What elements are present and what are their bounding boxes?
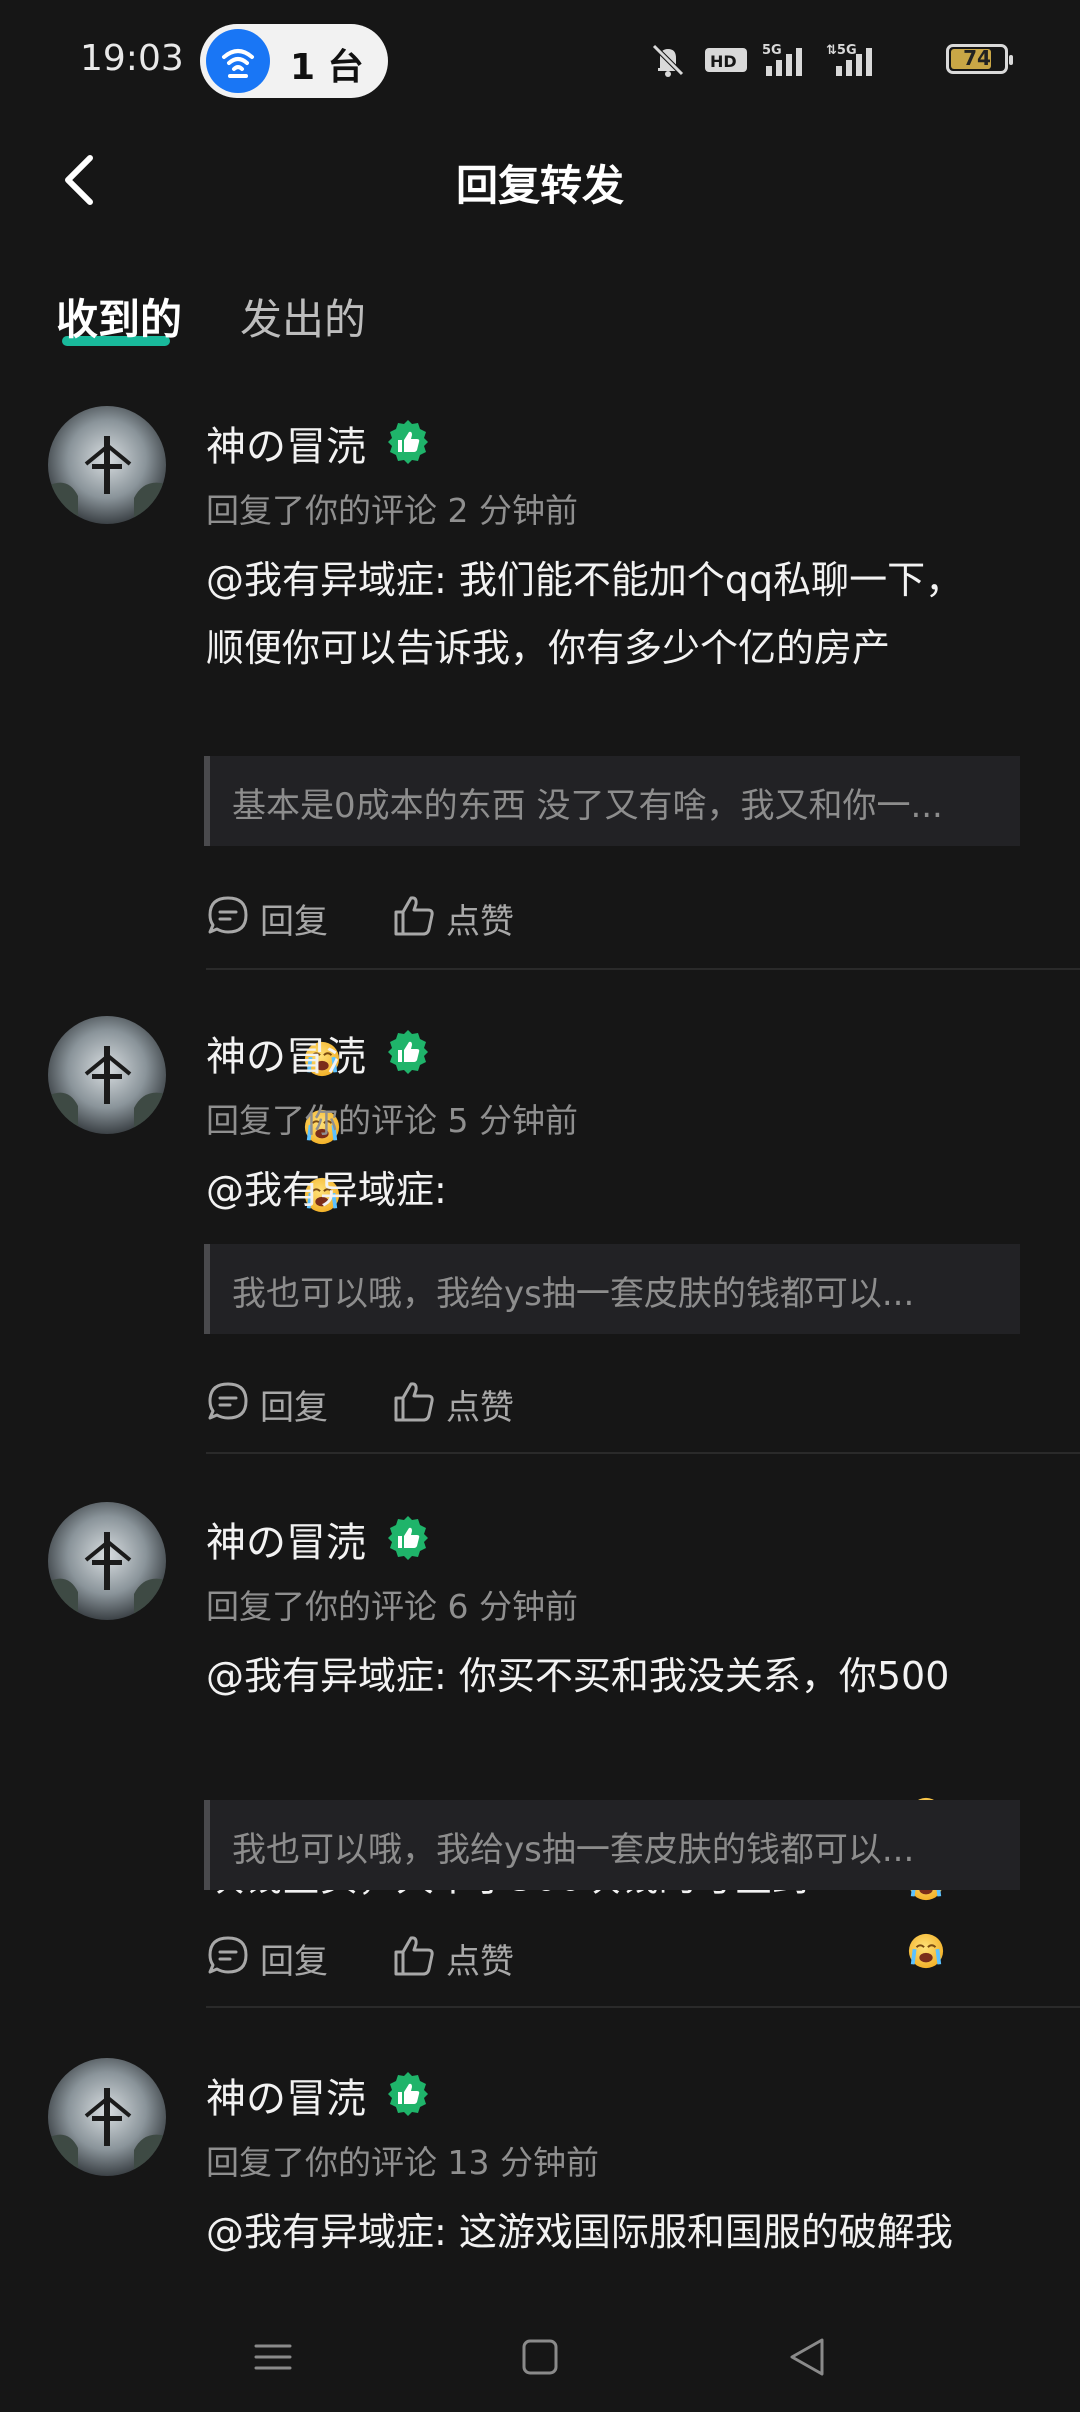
header: 回复转发: [0, 130, 1080, 230]
thumbs-up-badge-icon: [384, 1514, 432, 1562]
divider: [206, 2006, 1080, 2008]
page-title: 回复转发: [455, 161, 624, 210]
thumbs-up-badge-icon: [384, 418, 432, 466]
avatar[interactable]: [48, 406, 166, 524]
name-row: 神の冒涜: [206, 2066, 428, 2122]
user-name[interactable]: 神の冒涜: [206, 2076, 366, 2122]
avatar[interactable]: [48, 1502, 166, 1620]
reply-button[interactable]: 回复: [206, 886, 346, 946]
like-label: 点赞: [446, 902, 514, 942]
tab-received[interactable]: 收到的: [56, 286, 182, 347]
svg-text:HD: HD: [710, 52, 737, 71]
like-label: 点赞: [446, 1388, 514, 1428]
screen: 19:03 1 台 HD 5G ⇅5G 74 回复转发 收到的 发出的 神の冒涜…: [0, 0, 1080, 2412]
svg-text:5G: 5G: [762, 43, 782, 58]
user-name[interactable]: 神の冒涜: [206, 1520, 366, 1566]
signal-5g-icon: 5G: [762, 40, 814, 84]
reply-button[interactable]: 回复: [206, 1372, 346, 1432]
action-row: 回复 点赞: [206, 1372, 806, 1432]
signal-5g-icon: ⇅5G: [826, 40, 886, 84]
name-row: 神の冒涜: [206, 1510, 428, 1566]
like-button[interactable]: 点赞: [392, 1926, 532, 1986]
reply-label: 回复: [260, 1388, 328, 1428]
divider: [206, 968, 1080, 970]
reply-meta: 回复了你的评论 2 分钟前: [206, 491, 578, 530]
comment-text: @我有异域症: 我们能不能加个qq私聊一下， 顺便你可以告诉我，你有多少个亿的房…: [206, 558, 964, 670]
list-item[interactable]: 神の冒涜 回复了你的评论 2 分钟前 @我有异域症: 我们能不能加个qq私聊一下…: [0, 406, 1080, 1280]
comment-bubble-icon: [208, 1382, 248, 1420]
action-row: 回复 点赞: [206, 886, 806, 946]
crying-emoji-icon: [909, 1933, 944, 1968]
back-triangle-icon[interactable]: [772, 2322, 842, 2392]
name-row: 神の冒涜: [206, 1024, 428, 1080]
comment-bubble-icon: [208, 1936, 248, 1974]
menu-icon[interactable]: [238, 2322, 308, 2392]
reply-label: 回复: [260, 1942, 328, 1982]
quoted-comment[interactable]: 基本是0成本的东西 没了又有啥，我又和你一...: [204, 756, 1020, 846]
comment-content[interactable]: @我有异域症: 这游戏国际服和国服的破解我: [206, 2198, 1026, 2266]
reply-meta: 回复了你的评论 6 分钟前: [206, 1587, 578, 1626]
quoted-comment[interactable]: 我也可以哦，我给ys抽一套皮肤的钱都可以...: [204, 1244, 1020, 1334]
like-button[interactable]: 点赞: [392, 886, 532, 946]
thumbs-up-badge-icon: [384, 2070, 432, 2118]
battery-level: 74: [963, 46, 991, 70]
thumbs-up-badge-icon: [384, 1028, 432, 1076]
reply-meta: 回复了你的评论 13 分钟前: [206, 2143, 599, 2182]
avatar[interactable]: [48, 1016, 166, 1134]
user-name[interactable]: 神の冒涜: [206, 424, 366, 470]
action-row: 回复 点赞: [206, 1926, 806, 1986]
reply-label: 回复: [260, 902, 328, 942]
name-row: 神の冒涜: [206, 414, 428, 470]
quoted-text: 我也可以哦，我给ys抽一套皮肤的钱都可以...: [232, 1830, 915, 1870]
hotspot-pill[interactable]: 1 台: [200, 24, 388, 98]
reply-meta: 回复了你的评论 5 分钟前: [206, 1101, 578, 1140]
tab-bar: 收到的 发出的: [0, 280, 1080, 360]
quoted-comment[interactable]: 我也可以哦，我给ys抽一套皮肤的钱都可以...: [204, 1800, 1020, 1890]
hotspot-count: 1 台: [290, 47, 364, 88]
status-bar: 19:03 1 台 HD 5G ⇅5G 74: [0, 0, 1080, 120]
divider: [206, 1452, 1080, 1454]
home-icon[interactable]: [505, 2322, 575, 2392]
status-icons: HD 5G ⇅5G 74: [648, 40, 1013, 80]
quoted-text: 我也可以哦，我给ys抽一套皮肤的钱都可以...: [232, 1274, 915, 1314]
status-time: 19:03: [80, 38, 184, 79]
tab-sent[interactable]: 发出的: [240, 286, 366, 347]
mute-icon: [648, 40, 688, 84]
comment-content[interactable]: @我有异域症:: [206, 1156, 1026, 1224]
list-item[interactable]: 神の冒涜 回复了你的评论 5 分钟前 @我有异域症: 我也可以哦，我给ys抽一套…: [0, 1016, 1080, 1456]
hd-icon: HD: [704, 44, 748, 80]
thumbs-up-icon: [394, 1936, 434, 1976]
thumbs-up-icon: [394, 896, 434, 936]
thumbs-up-icon: [394, 1382, 434, 1422]
like-label: 点赞: [446, 1942, 514, 1982]
like-button[interactable]: 点赞: [392, 1372, 532, 1432]
comment-bubble-icon: [208, 896, 248, 934]
system-nav-bar: [0, 2300, 1080, 2412]
avatar[interactable]: [48, 2058, 166, 2176]
list-item[interactable]: 神の冒涜 回复了你的评论 13 分钟前 @我有异域症: 这游戏国际服和国服的破解…: [0, 2058, 1080, 2258]
comment-text: @我有异域症:: [206, 1168, 447, 1212]
quoted-text: 基本是0成本的东西 没了又有啥，我又和你一...: [232, 786, 943, 826]
reply-button[interactable]: 回复: [206, 1926, 346, 1986]
user-name[interactable]: 神の冒涜: [206, 1034, 366, 1080]
comment-text: @我有异域症: 这游戏国际服和国服的破解我: [206, 2210, 953, 2254]
wifi-icon: [206, 29, 270, 93]
svg-text:⇅5G: ⇅5G: [826, 43, 857, 58]
list-item[interactable]: 神の冒涜 回复了你的评论 6 分钟前 @我有异域症: 你买不买和我没关系，你50…: [0, 1502, 1080, 2012]
battery-icon: 74: [946, 44, 1013, 74]
